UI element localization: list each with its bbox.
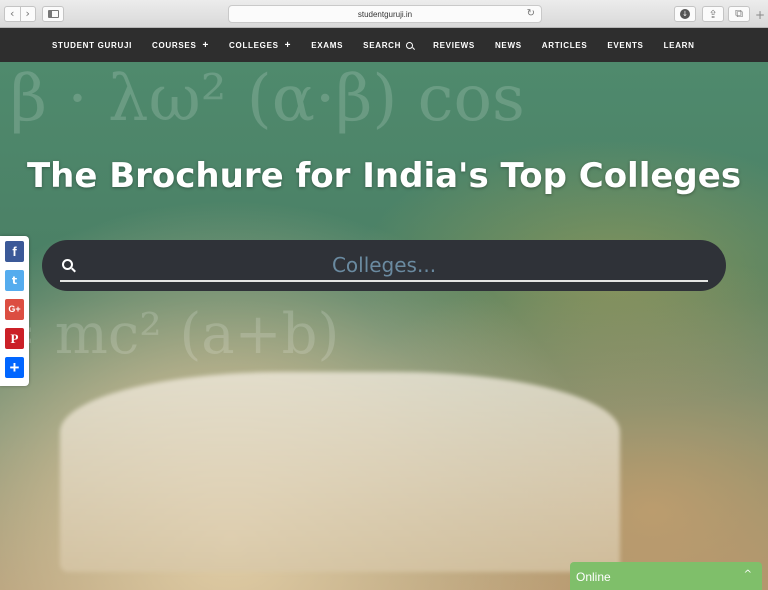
nav-brand-link[interactable]: STUDENT GURUJI [52, 41, 132, 50]
chalkboard-decoration: = mc² (a+b) [0, 302, 340, 367]
college-search-box [42, 240, 726, 291]
history-buttons: ‹ › [4, 6, 36, 22]
plus-icon: + [284, 39, 292, 51]
url-text: studentguruji.in [357, 9, 413, 19]
nav-learn[interactable]: LEARN [664, 41, 695, 50]
chalkboard-decoration: β · λω² (α·β) cos [10, 62, 525, 136]
search-icon [406, 41, 414, 49]
nav-colleges[interactable]: COLLEGES + [229, 40, 291, 51]
reload-icon[interactable]: ↻ [527, 8, 535, 19]
search-icon[interactable] [62, 259, 73, 270]
nav-colleges-label: COLLEGES [229, 40, 279, 50]
nav-courses-label: COURSES [152, 40, 197, 50]
nav-courses[interactable]: COURSES + [152, 40, 209, 51]
back-button[interactable]: ‹ [5, 7, 21, 21]
share-button[interactable]: ⇪ [702, 6, 724, 22]
new-tab-button[interactable]: + [755, 8, 765, 22]
social-share-bar: f t G+ P + [0, 236, 29, 386]
share-icon: ⇪ [708, 7, 718, 21]
site-navigation: STUDENT GURUJI COURSES + COLLEGES + EXAMS … [0, 28, 768, 62]
open-book-image [60, 372, 620, 572]
college-search-input[interactable] [60, 250, 708, 282]
chat-status-label: Online [576, 570, 611, 584]
sidebar-icon [47, 10, 59, 18]
plus-icon: + [202, 39, 210, 51]
browser-toolbar: ‹ › studentguruji.in ↻ ↓ ⇪ ⧉ + [0, 0, 768, 28]
nav-articles[interactable]: ARTICLES [542, 41, 588, 50]
more-share-icon[interactable]: + [5, 357, 24, 378]
nav-exams[interactable]: EXAMS [311, 41, 343, 50]
twitter-share-icon[interactable]: t [5, 270, 24, 291]
tabs-icon: ⧉ [735, 7, 743, 20]
show-tabs-button[interactable]: ⧉ [728, 6, 750, 22]
nav-events[interactable]: EVENTS [607, 41, 643, 50]
nav-news[interactable]: NEWS [495, 41, 522, 50]
sidebar-toggle-button[interactable] [42, 6, 64, 22]
nav-reviews[interactable]: REVIEWS [433, 41, 475, 50]
download-icon: ↓ [680, 9, 690, 19]
nav-search[interactable]: SEARCH [363, 40, 414, 50]
hero-title: The Brochure for India's Top Colleges [26, 156, 742, 196]
hero-banner: β · λω² (α·β) cos = mc² (a+b) The Brochu… [0, 62, 768, 590]
google-plus-share-icon[interactable]: G+ [5, 299, 24, 320]
downloads-button[interactable]: ↓ [674, 6, 696, 22]
online-chat-tab[interactable]: Online ^ [570, 562, 762, 590]
pinterest-share-icon[interactable]: P [5, 328, 24, 349]
address-bar[interactable]: studentguruji.in ↻ [228, 5, 542, 23]
facebook-share-icon[interactable]: f [5, 241, 24, 262]
nav-search-label: SEARCH [363, 40, 402, 50]
forward-button[interactable]: › [21, 7, 36, 21]
chevron-up-icon[interactable]: ^ [744, 569, 752, 580]
